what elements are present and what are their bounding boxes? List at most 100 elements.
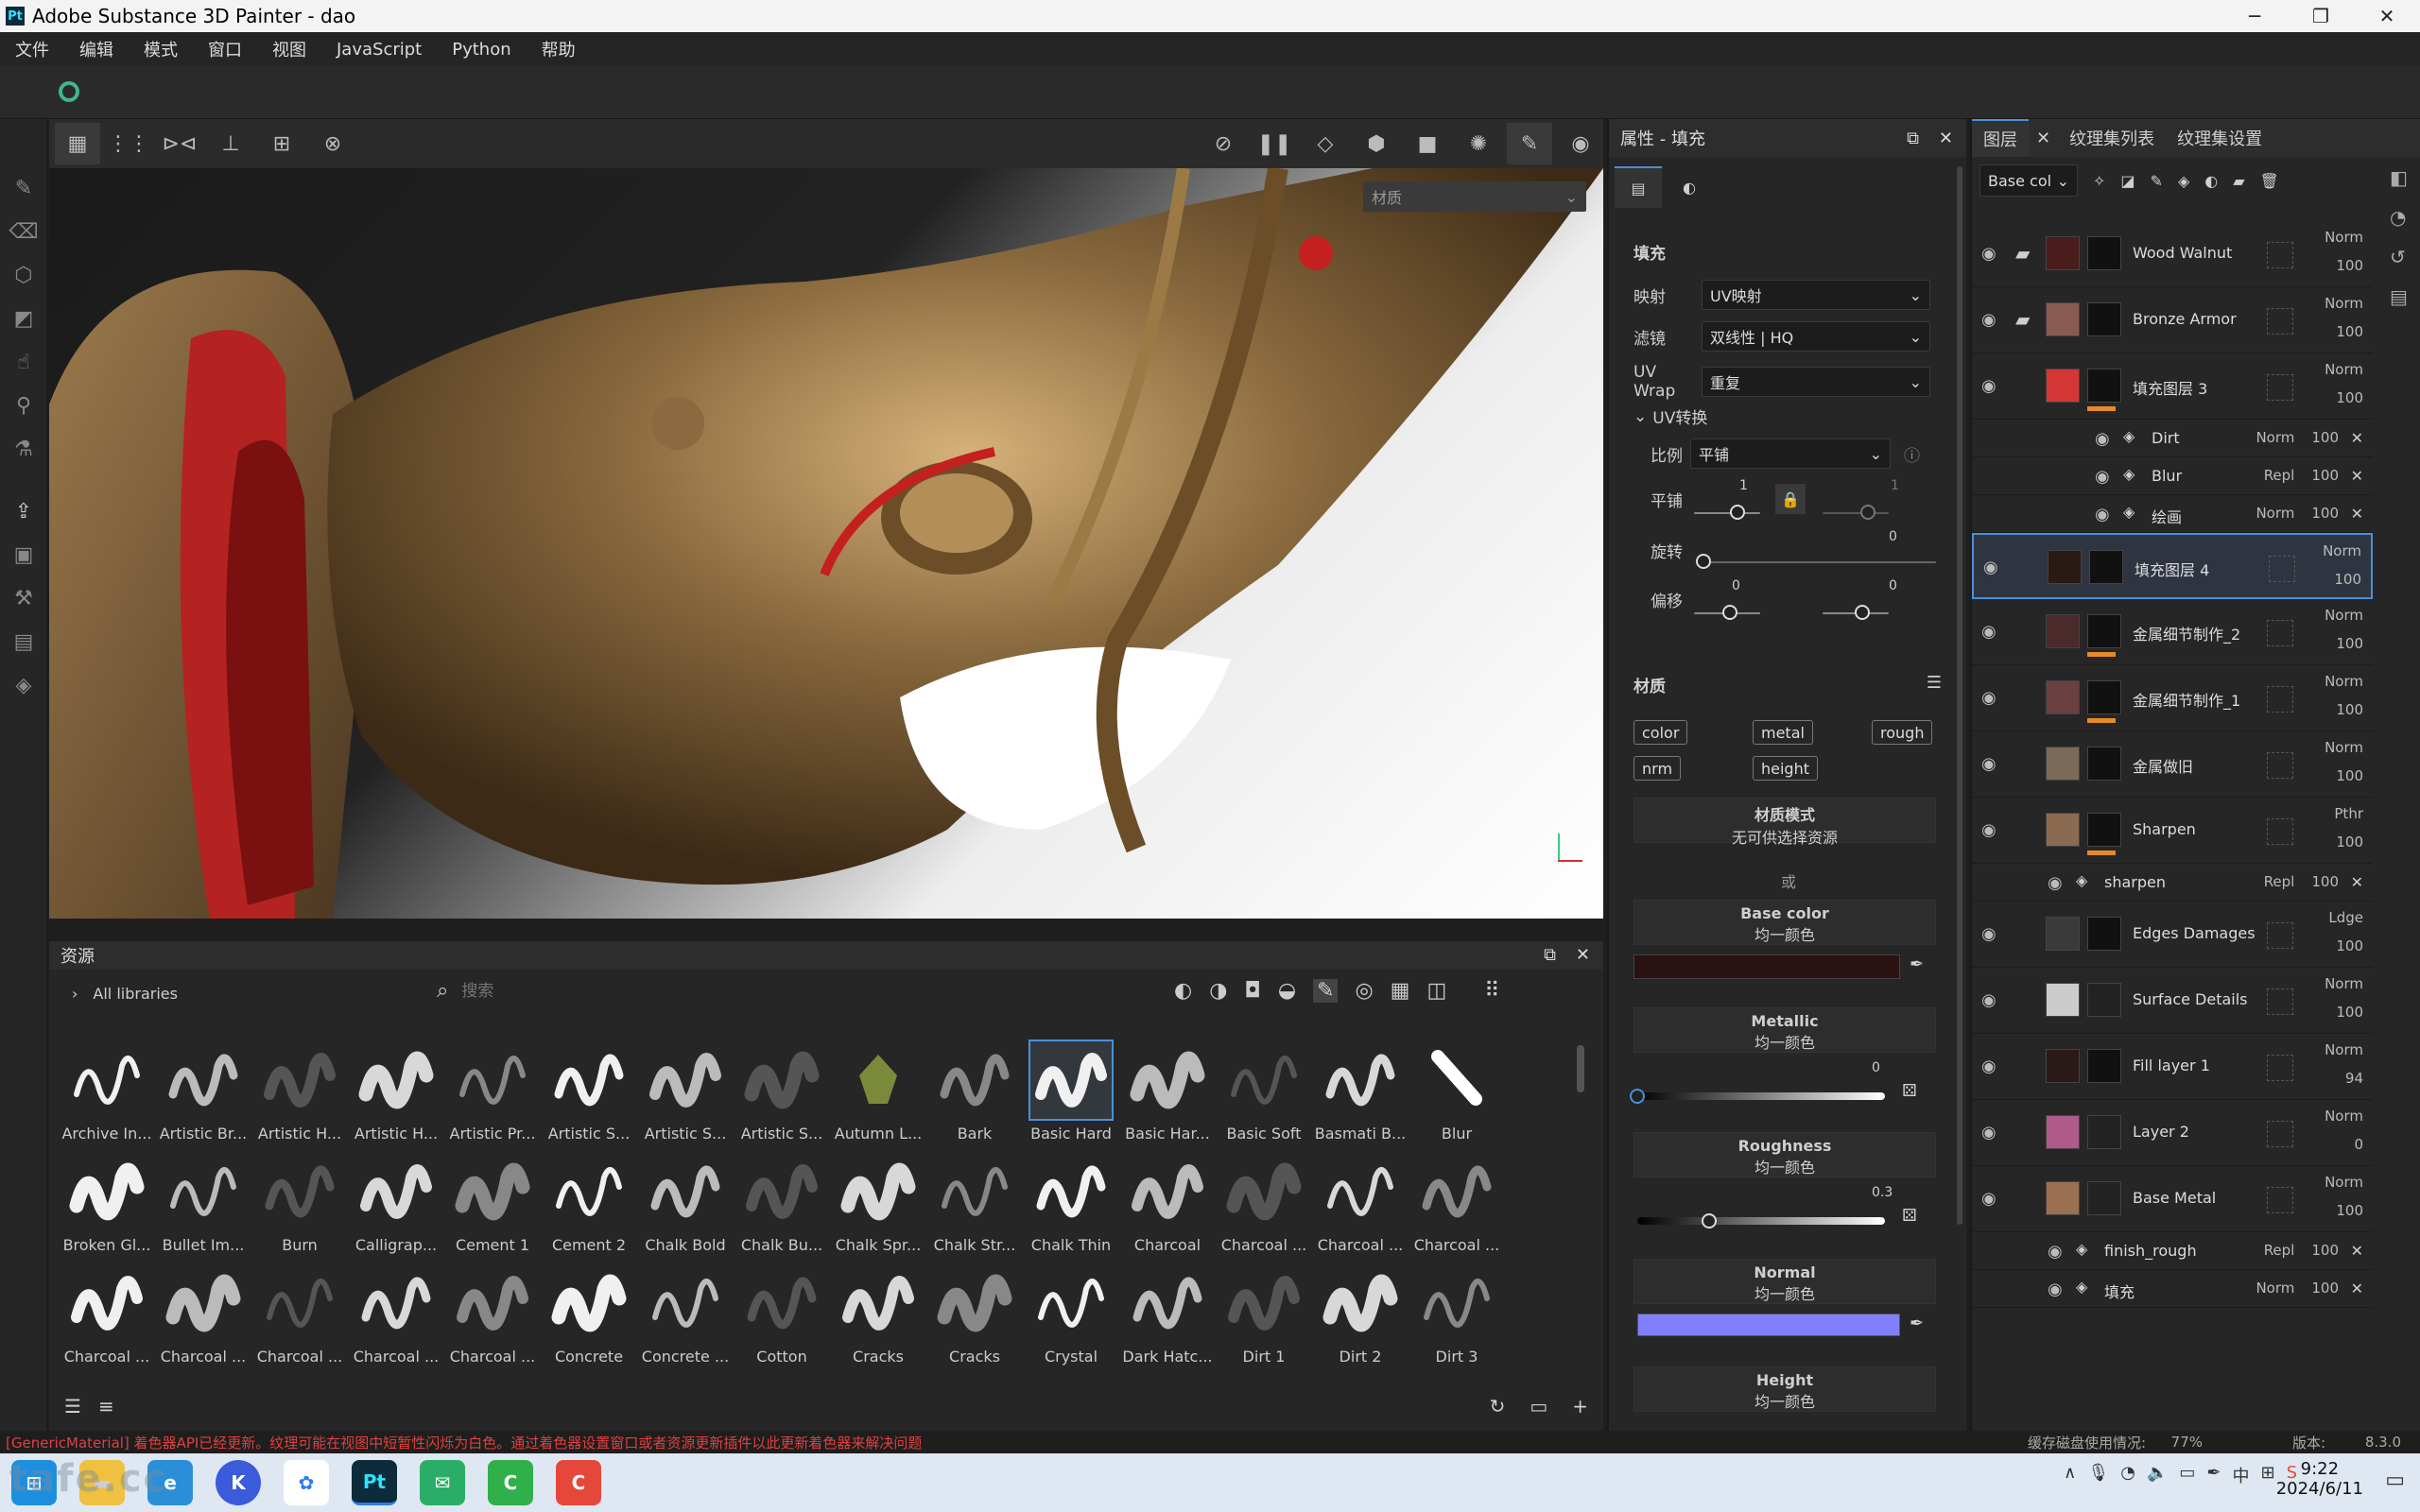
photos-icon[interactable]: ✿ xyxy=(284,1460,329,1505)
asset-item[interactable]: Chalk Str... xyxy=(926,1151,1023,1263)
lock-icon[interactable]: 🔒 xyxy=(1775,484,1806,514)
asset-item[interactable]: Artistic S... xyxy=(734,1040,830,1151)
layer-row[interactable]: ◉ 填充图层 3 Norm 100 xyxy=(1972,353,2373,420)
search-box[interactable]: ⌕ xyxy=(437,979,746,1003)
smart-material-filter-icon[interactable]: ◑ xyxy=(1209,979,1227,1003)
refresh-icon[interactable]: ↻ xyxy=(1490,1395,1506,1418)
asset-item[interactable]: Dirt 2 xyxy=(1312,1263,1409,1374)
add-mask-icon[interactable]: ◪ xyxy=(2120,172,2135,190)
layer-row[interactable]: ◉ 金属做旧 Norm 100 xyxy=(1972,731,2373,798)
green-app-icon[interactable]: C xyxy=(488,1460,533,1505)
blend-mode[interactable]: Pthr 100 xyxy=(2334,805,2363,850)
asset-item[interactable]: Charcoal ... xyxy=(155,1263,251,1374)
add-folder-icon[interactable]: ▰ xyxy=(2233,172,2244,190)
layer-row[interactable]: ◉ Fill layer 1 Norm 94 xyxy=(1972,1034,2373,1100)
asset-item[interactable]: Chalk Spr... xyxy=(830,1151,926,1263)
filter-filter-icon[interactable]: ◒ xyxy=(1278,979,1296,1003)
opacity-box[interactable] xyxy=(2267,922,2293,949)
eraser-icon[interactable]: ⌫ xyxy=(0,210,47,253)
layer-name[interactable]: 填充 xyxy=(2104,1280,2135,1302)
screenshot-icon[interactable]: ◉ xyxy=(1558,123,1603,164)
tile-v-knob[interactable] xyxy=(1860,505,1876,520)
asset-item[interactable]: Chalk Bu... xyxy=(734,1151,830,1263)
chevron-up-icon[interactable]: ∧ xyxy=(2064,1463,2076,1487)
layer-name[interactable]: 金属细节制作_1 xyxy=(2133,688,2240,711)
asset-item[interactable]: Chalk Thin xyxy=(1023,1151,1119,1263)
scale-dropdown[interactable]: 平铺 ⌄ xyxy=(1690,438,1891,469)
channel-metal-button[interactable]: metal xyxy=(1753,720,1813,745)
layer-name[interactable]: Base Metal xyxy=(2133,1189,2216,1207)
visibility-eye-icon[interactable]: ◉ xyxy=(1981,1189,2004,1209)
2d-view-icon[interactable]: ◇ xyxy=(1303,123,1348,164)
rotate-track[interactable] xyxy=(1700,561,1936,563)
close-panel-icon[interactable]: ✕ xyxy=(1939,129,1953,148)
layer-name[interactable]: 填充图层 4 xyxy=(2135,558,2209,580)
layer-row[interactable]: ◉ 金属细节制作_2 Norm 100 xyxy=(1972,599,2373,665)
asset-item[interactable]: Calligrap... xyxy=(348,1151,444,1263)
volume-icon[interactable]: 🔈 xyxy=(2147,1463,2168,1487)
visibility-eye-icon[interactable]: ◉ xyxy=(1981,1057,2004,1076)
sort-icon[interactable]: ≡ xyxy=(98,1395,114,1418)
opacity-box[interactable] xyxy=(2267,1121,2293,1147)
ime-indicator[interactable]: 中 xyxy=(2232,1463,2249,1487)
battery-icon[interactable]: ▭ xyxy=(2179,1463,2195,1487)
base-color-box[interactable]: Base color 均一颜色 xyxy=(1634,900,1936,945)
menu-icon[interactable]: ☰ xyxy=(1927,673,1942,693)
asset-item[interactable]: Cotton xyxy=(734,1263,830,1374)
visibility-eye-icon[interactable]: ◉ xyxy=(2048,1242,2070,1262)
environment-filter-icon[interactable]: ◫ xyxy=(1426,979,1446,1003)
opacity-box[interactable] xyxy=(2267,1187,2293,1213)
eyedropper-icon[interactable]: ✒ xyxy=(1910,1314,1924,1333)
asset-item[interactable]: Artistic Br... xyxy=(155,1040,251,1151)
blend-mode[interactable]: Norm 100 xyxy=(2325,361,2363,406)
notification-icon[interactable]: ▭ xyxy=(2385,1469,2405,1492)
blend-mode[interactable]: Norm 100 xyxy=(2256,429,2339,446)
close-icon[interactable]: ✕ xyxy=(2354,0,2420,32)
layer-row[interactable]: ◉ Surface Details Norm 100 xyxy=(1972,968,2373,1034)
asset-item[interactable]: Artistic H... xyxy=(251,1040,348,1151)
asset-item[interactable]: Archive In... xyxy=(59,1040,155,1151)
close-tab-icon[interactable]: ✕ xyxy=(2029,129,2058,148)
mapping-dropdown[interactable]: UV映射 ⌄ xyxy=(1702,280,1930,310)
roughness-knob[interactable] xyxy=(1702,1213,1717,1228)
paint-brush-icon[interactable]: ✎ xyxy=(0,166,47,210)
opacity-box[interactable] xyxy=(2267,818,2293,845)
document-icon[interactable]: ▤ xyxy=(0,620,47,663)
add-icon[interactable]: + xyxy=(1572,1395,1588,1418)
remove-effect-icon[interactable]: ✕ xyxy=(2351,1280,2363,1297)
asset-item[interactable]: Cracks xyxy=(830,1263,926,1374)
layer-name[interactable]: Fill layer 1 xyxy=(2133,1057,2210,1074)
tile-u-track[interactable] xyxy=(1694,512,1760,514)
visibility-eye-icon[interactable]: ◉ xyxy=(1981,622,2004,642)
menu-view[interactable]: 视图 xyxy=(257,37,321,61)
log-icon[interactable]: ▤ xyxy=(2390,285,2418,308)
minimize-icon[interactable]: ─ xyxy=(2221,0,2288,32)
asset-item[interactable]: Bark xyxy=(926,1040,1023,1151)
opacity-box[interactable] xyxy=(2267,988,2293,1015)
remove-effect-icon[interactable]: ✕ xyxy=(2351,467,2363,485)
blend-mode[interactable]: Norm 0 xyxy=(2325,1108,2363,1153)
rotate-knob[interactable] xyxy=(1696,554,1711,569)
mic-icon[interactable]: 🎙 xyxy=(2087,1463,2109,1487)
layer-name[interactable]: Bronze Armor xyxy=(2133,310,2237,328)
search-input[interactable] xyxy=(461,981,746,1001)
tab-layers[interactable]: 图层 xyxy=(1972,119,2029,157)
tile-view-icon[interactable]: ⋮⋮ xyxy=(106,123,151,164)
visibility-eye-icon[interactable]: ◉ xyxy=(1981,1123,2004,1143)
opacity-box[interactable] xyxy=(2267,752,2293,779)
tools-icon[interactable]: ⚒ xyxy=(0,576,47,620)
layer-name[interactable]: 金属细节制作_2 xyxy=(2133,622,2240,644)
asset-item[interactable]: Charcoal ... xyxy=(1409,1151,1505,1263)
float-panel-icon[interactable]: ⧉ xyxy=(1907,129,1919,148)
history-icon[interactable]: ↺ xyxy=(2390,246,2418,268)
opacity-box[interactable] xyxy=(2267,620,2293,646)
blend-mode[interactable]: Repl 100 xyxy=(2264,467,2339,484)
hide-icon[interactable]: ⊘ xyxy=(1201,123,1246,164)
height-box[interactable]: Height 均一颜色 xyxy=(1634,1366,1936,1412)
asset-item[interactable]: Charcoal ... xyxy=(59,1263,155,1374)
info-icon[interactable]: ⓘ xyxy=(1904,442,1920,466)
remove-effect-icon[interactable]: ✕ xyxy=(2351,873,2363,891)
effects-icon[interactable]: ✧ xyxy=(2093,172,2105,190)
layer-name[interactable]: 填充图层 3 xyxy=(2133,376,2207,399)
float-panel-icon[interactable]: ⧉ xyxy=(1544,945,1556,965)
